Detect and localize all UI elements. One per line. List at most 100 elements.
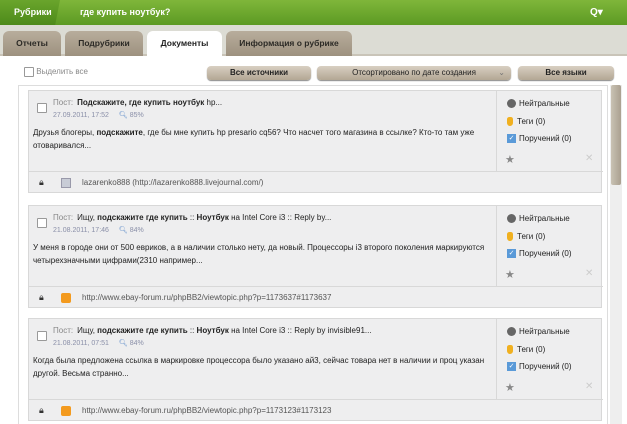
date: 27.09.2011, 17:52 [53,112,109,119]
tags-label: Теги (0) [517,232,546,241]
tabs-bar: Отчеты Подрубрики Документы Информация о… [0,25,627,56]
date: 21.08.2011, 17:46 [53,227,109,234]
tag-icon [507,232,513,242]
document-title[interactable]: Пост: Ищу, подскажите где купить :: Ноутб… [53,213,331,222]
close-icon[interactable]: ✕ [585,268,593,279]
tags-link[interactable]: Теги (0) [507,117,546,127]
relevance: 84% [129,340,144,347]
document-meta: 27.09.2011, 17:52 🔍︎ 85% [53,111,144,119]
relevance-icon: 🔍︎ [118,227,128,234]
tone-label: Нейтральные [519,327,570,336]
tag-icon [507,117,513,127]
title-text: на Intel Core i3 :: Reply by... [228,213,332,222]
tone-selector[interactable]: Нейтральные [507,327,570,337]
tab-reports[interactable]: Отчеты [3,31,61,56]
tag-icon [507,345,513,355]
tasks-link[interactable]: ✓ Поручений (0) [507,362,572,372]
tasks-label: Поручений (0) [519,362,572,371]
source-link[interactable]: lazarenko888 (http://lazarenko888.livejo… [82,172,263,193]
checkbox-icon: ✓ [507,362,516,372]
tasks-link[interactable]: ✓ Поручений (0) [507,249,572,259]
tab-documents[interactable]: Документы [147,31,222,56]
close-icon[interactable]: ✕ [585,381,593,392]
rss-icon [61,406,71,416]
title-text: hp... [204,98,223,107]
tone-icon [507,327,516,337]
document-actions: Нейтральные Теги (0) ✓ Поручений (0) ★ ✕ [496,319,603,399]
type-label: Пост: [53,326,74,335]
checkbox-icon: ✓ [507,134,516,144]
star-icon[interactable]: ★ [505,268,515,281]
star-icon[interactable]: ★ [505,153,515,166]
select-all-checkbox[interactable] [24,67,34,77]
source-link[interactable]: http://www.ebay-forum.ru/phpBB2/viewtopi… [82,287,331,308]
document-card: Пост: Ищу, подскажите где купить :: Ноутб… [28,318,603,421]
document-card: Пост: Ищу, подскажите где купить :: Ноутб… [28,205,603,308]
document-content: Пост: Ищу, подскажите где купить :: Ноутб… [29,319,496,399]
languages-button[interactable]: Все языки [518,66,614,80]
date: 21.08.2011, 07:51 [53,340,109,347]
document-checkbox[interactable] [37,331,47,341]
tone-selector[interactable]: Нейтральные [507,99,570,109]
rubrics-button[interactable]: Рубрики [0,0,60,25]
search-icon[interactable]: Q▾ [590,0,603,25]
document-footer: 🔒︎ http://www.ebay-forum.ru/phpBB2/viewt… [29,286,603,308]
document-card: Пост: Подскажите, где купить ноутбук hp..… [28,90,603,193]
relevance: 85% [129,112,144,119]
document-checkbox[interactable] [37,103,47,113]
breadcrumb-query: где купить ноутбук? [80,7,171,17]
relevance-icon: 🔍︎ [118,112,128,119]
select-all-label: Выделить все [36,67,88,77]
title-highlight: Ноутбук [196,213,229,222]
tone-icon [507,99,516,109]
document-title[interactable]: Пост: Подскажите, где купить ноутбук hp..… [53,98,222,107]
document-title[interactable]: Пост: Ищу, подскажите где купить :: Ноутб… [53,326,372,335]
tags-link[interactable]: Теги (0) [507,232,546,242]
top-bar: Рубрики где купить ноутбук? Q▾ [0,0,627,25]
type-label: Пост: [53,213,74,222]
document-checkbox[interactable] [37,218,47,228]
chevron-down-icon: ⌄ [498,68,505,77]
document-actions: Нейтральные Теги (0) ✓ Поручений (0) ★ ✕ [496,91,603,171]
title-text: на Intel Core i3 :: Reply by invisible91… [228,326,372,335]
sources-button[interactable]: Все источники [207,66,311,80]
title-highlight: подскажите где купить [97,326,188,335]
checkbox-icon: ✓ [507,249,516,259]
tab-subrubrics[interactable]: Подрубрики [65,31,143,56]
type-label: Пост: [53,98,74,107]
title-highlight: подскажите где купить [97,213,188,222]
source-link[interactable]: http://www.ebay-forum.ru/phpBB2/viewtopi… [82,400,331,421]
document-footer: 🔒︎ lazarenko888 (http://lazarenko888.liv… [29,171,603,193]
title-text: Ищу, [77,326,98,335]
sort-dropdown[interactable]: Отсортировано по дате создания ⌄ [317,66,511,80]
blog-icon [61,178,71,188]
close-icon[interactable]: ✕ [585,153,593,164]
document-snippet: Когда была предложена ссылка в маркировк… [33,356,485,378]
document-content: Пост: Подскажите, где купить ноутбук hp..… [29,91,496,171]
tone-selector[interactable]: Нейтральные [507,214,570,224]
document-actions: Нейтральные Теги (0) ✓ Поручений (0) ★ ✕ [496,206,603,286]
document-snippet: Друзья блогеры, подскажите, где бы мне к… [33,128,475,150]
lock-icon[interactable]: 🔒︎ [39,172,44,193]
relevance-icon: 🔍︎ [118,340,128,347]
sort-label: Отсортировано по дате создания [352,68,476,77]
tone-label: Нейтральные [519,99,570,108]
scrollbar[interactable] [610,85,622,424]
tags-link[interactable]: Теги (0) [507,345,545,355]
tab-rubric-info[interactable]: Информация о рубрике [226,31,352,56]
select-all[interactable]: Выделить все [24,67,88,77]
tasks-label: Поручений (0) [519,249,572,258]
star-icon[interactable]: ★ [505,381,515,394]
lock-icon[interactable]: 🔒︎ [39,400,44,421]
tags-label: Теги (0) [517,117,546,126]
lock-icon[interactable]: 🔒︎ [39,287,44,308]
title-highlight: Подскажите, где купить ноутбук [77,98,205,107]
title-text: :: [187,213,197,222]
scrollbar-thumb[interactable] [611,85,621,185]
title-highlight: Ноутбук [196,326,229,335]
tone-icon [507,214,516,224]
title-text: :: [187,326,197,335]
tasks-link[interactable]: ✓ Поручений (0) [507,134,572,144]
document-content: Пост: Ищу, подскажите где купить :: Ноутб… [29,206,496,286]
rss-icon [61,293,71,303]
